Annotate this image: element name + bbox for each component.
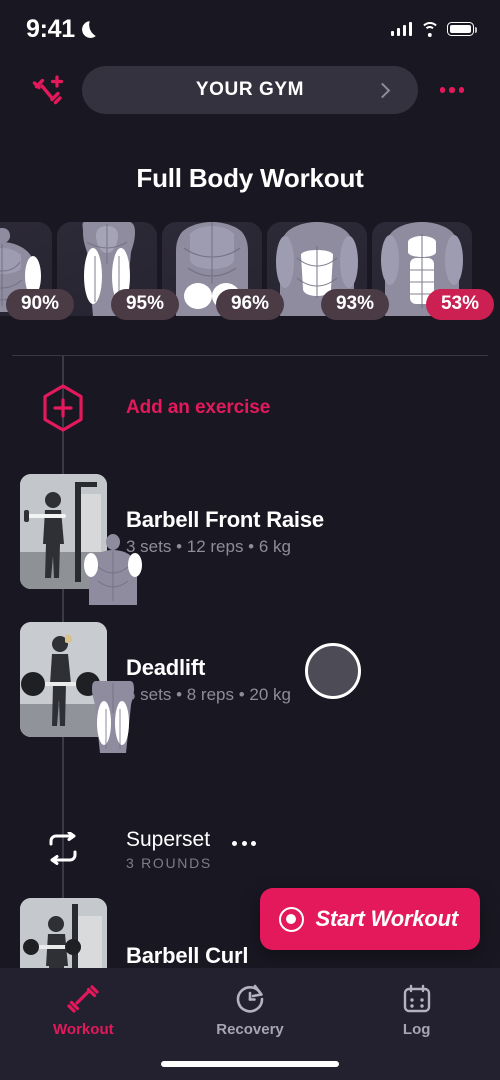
dumbbell-plus-icon (32, 75, 64, 105)
chevron-right-icon (374, 82, 391, 98)
exercise-name: Deadlift (126, 654, 206, 680)
tab-workout-label: Workout (53, 1021, 114, 1038)
recovery-badge: 96% (215, 289, 284, 320)
dumbbell-icon (67, 985, 99, 1013)
tab-recovery[interactable]: Recovery (167, 984, 334, 1038)
app-header: YOUR GYM (0, 58, 500, 122)
gym-selector-button[interactable]: YOUR GYM (82, 66, 418, 114)
exercise-row-deadlift[interactable]: Deadlift 5 sets • 8 reps • 20 kg (0, 622, 500, 753)
superset-overflow-button[interactable] (232, 835, 257, 846)
superset-body: Superset 3 ROUNDS (126, 828, 257, 871)
tab-log-label: Log (402, 1021, 431, 1038)
tab-workout[interactable]: Workout (0, 984, 167, 1038)
exercise-thumbnail-wrap (0, 474, 142, 605)
start-workout-button[interactable]: Start Workout (259, 888, 480, 950)
page-title: Full Body Workout (136, 163, 364, 193)
battery-icon (447, 22, 477, 36)
more-horizontal-icon (232, 840, 238, 846)
clock-refresh-icon (236, 984, 264, 1013)
recovery-badge: 93% (320, 289, 389, 320)
record-circle-icon (278, 906, 304, 932)
superset-group[interactable]: Superset 3 ROUNDS (0, 828, 500, 871)
exercise-meta: 3 sets • 12 reps • 6 kg (126, 536, 291, 556)
exercise-thumbnail-wrap (0, 622, 134, 753)
wifi-icon (420, 22, 439, 37)
exercise-text: Barbell Curl (126, 943, 248, 969)
status-bar-right (390, 22, 477, 37)
home-indicator (161, 1061, 339, 1067)
status-time: 9:41 (26, 14, 75, 43)
status-bar: 9:41 (0, 0, 500, 58)
muscle-card-chest-arms[interactable]: 90% (0, 222, 74, 320)
exercise-name: Barbell Curl (126, 942, 249, 968)
tab-recovery-label: Recovery (216, 1021, 284, 1038)
superset-header: Superset (126, 828, 257, 852)
superset-title: Superset (126, 828, 211, 851)
muscle-recovery-strip[interactable]: 90% 95% 96% 93% 53% (0, 222, 500, 332)
legs-highlight-icon (82, 681, 144, 753)
recovery-badge: 53% (425, 289, 494, 320)
shoulders-highlight-icon (82, 533, 144, 605)
gym-selector-label: YOUR GYM (195, 79, 305, 100)
recovery-badge: 95% (110, 289, 179, 320)
superset-icon-wrap (0, 828, 126, 866)
cellular-signal-icon (390, 22, 412, 36)
add-exercise-button[interactable] (0, 384, 126, 432)
status-bar-left: 9:41 (26, 15, 99, 44)
bottom-tab-bar: Workout Recovery Log (0, 968, 500, 1080)
hexagon-plus-icon (41, 384, 85, 432)
tab-log[interactable]: Log (333, 984, 500, 1038)
touch-indicator (305, 643, 361, 699)
header-overflow-button[interactable] (426, 87, 478, 93)
start-workout-label: Start Workout (315, 906, 459, 931)
add-exercise-row[interactable]: Add an exercise (0, 380, 500, 436)
section-divider (12, 355, 488, 356)
more-horizontal-icon (439, 87, 446, 93)
recovery-badge: 90% (5, 289, 74, 320)
superset-rounds: 3 ROUNDS (126, 855, 212, 871)
calendar-icon (403, 984, 430, 1013)
exercise-row-barbell-front-raise[interactable]: Barbell Front Raise 3 sets • 12 reps • 6… (0, 474, 500, 605)
exercise-meta: 5 sets • 8 reps • 20 kg (126, 684, 291, 704)
add-exercise-label: Add an exercise (126, 397, 271, 418)
exercise-text: Barbell Front Raise 3 sets • 12 reps • 6… (126, 507, 324, 557)
repeat-icon (49, 832, 77, 865)
add-workout-button[interactable] (22, 73, 74, 107)
exercise-text: Deadlift 5 sets • 8 reps • 20 kg (126, 655, 291, 705)
crescent-moon-icon (82, 21, 99, 38)
exercise-name: Barbell Front Raise (126, 506, 324, 532)
